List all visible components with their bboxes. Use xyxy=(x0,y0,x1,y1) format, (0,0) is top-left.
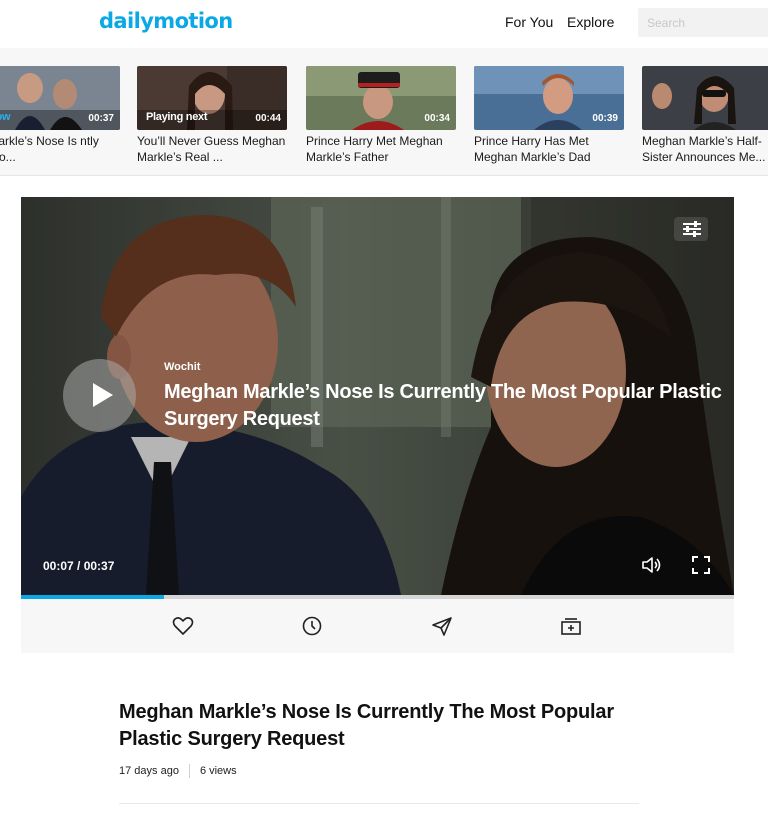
playlist-strip: ying now 00:37 han Markle’s Nose Is ntly… xyxy=(0,48,768,176)
playlist-thumbnail[interactable]: Playing next 00:44 xyxy=(137,66,287,130)
playlist-thumbnail[interactable]: 00 xyxy=(642,66,768,130)
playing-next-label: Playing next xyxy=(146,111,208,123)
playlist-item-title[interactable]: Meghan Markle’s Half-Sister Announces Me… xyxy=(642,133,768,165)
playlist-thumbnail[interactable]: 00:34 xyxy=(306,66,456,130)
video-title: Meghan Markle’s Nose Is Currently The Mo… xyxy=(119,701,614,750)
duration-badge: 00:39 xyxy=(592,113,618,124)
share-button[interactable] xyxy=(430,615,454,637)
duration-badge: 00:37 xyxy=(88,113,114,124)
now-playing-label: ying now xyxy=(0,111,11,123)
video-player[interactable]: Wochit Meghan Markle’s Nose Is Currently… xyxy=(21,197,734,595)
play-icon xyxy=(93,383,113,407)
clock-icon xyxy=(302,616,322,636)
playlist-thumbnail[interactable]: 00:39 xyxy=(474,66,624,130)
playlist-item-title[interactable]: Prince Harry Has Met Meghan Markle’s Dad xyxy=(474,133,624,165)
playlist-item[interactable]: 00:39 Prince Harry Has Met Meghan Markle… xyxy=(474,66,624,165)
share-icon xyxy=(432,617,452,636)
action-bar xyxy=(21,599,734,653)
video-meta: 17 days ago 6 views xyxy=(119,764,237,778)
add-to-playlist-icon xyxy=(561,618,581,635)
player-video-title: Meghan Markle’s Nose Is Currently The Mo… xyxy=(164,381,722,430)
playlist-item[interactable]: 00 Meghan Markle’s Half-Sister Announces… xyxy=(642,66,768,165)
fullscreen-icon xyxy=(692,556,710,574)
playlist-item[interactable]: 00:34 Prince Harry Met Meghan Markle’s F… xyxy=(306,66,456,165)
playlist-item-title[interactable]: Prince Harry Met Meghan Markle’s Father xyxy=(306,133,456,165)
meta-divider xyxy=(188,764,190,778)
playlist-item[interactable]: ying now 00:37 han Markle’s Nose Is ntly… xyxy=(0,66,120,165)
view-count: 6 views xyxy=(199,764,237,777)
nav-explore[interactable]: Explore xyxy=(567,14,614,30)
header: dailymotion For You Explore xyxy=(0,0,768,46)
watch-later-button[interactable] xyxy=(300,615,324,637)
dailymotion-logo[interactable]: dailymotion xyxy=(99,9,233,33)
add-to-playlist-button[interactable] xyxy=(559,615,583,637)
fullscreen-button[interactable] xyxy=(690,554,712,576)
play-button[interactable] xyxy=(63,359,136,432)
divider xyxy=(119,803,639,804)
volume-icon xyxy=(642,557,661,573)
settings-button[interactable] xyxy=(674,217,708,241)
channel-name[interactable]: Wochit xyxy=(164,361,200,373)
thumbnail-image xyxy=(642,66,768,130)
like-button[interactable] xyxy=(171,615,195,637)
duration-badge: 00:44 xyxy=(255,113,281,124)
upload-age: 17 days ago xyxy=(119,764,179,777)
time-display: 00:07 / 00:37 xyxy=(43,559,115,573)
nav-for-you[interactable]: For You xyxy=(505,14,553,30)
playlist-thumbnail[interactable]: ying now 00:37 xyxy=(0,66,120,130)
settings-sliders-icon xyxy=(683,221,701,237)
heart-icon xyxy=(172,617,194,635)
playlist-item[interactable]: Playing next 00:44 You’ll Never Guess Me… xyxy=(137,66,287,165)
search-input[interactable] xyxy=(638,8,768,37)
duration-badge: 00:34 xyxy=(424,113,450,124)
volume-button[interactable] xyxy=(640,554,664,576)
playlist-item-title[interactable]: han Markle’s Nose Is ntly The Mo... xyxy=(0,133,120,165)
playlist-item-title[interactable]: You’ll Never Guess Meghan Markle’s Real … xyxy=(137,133,287,165)
